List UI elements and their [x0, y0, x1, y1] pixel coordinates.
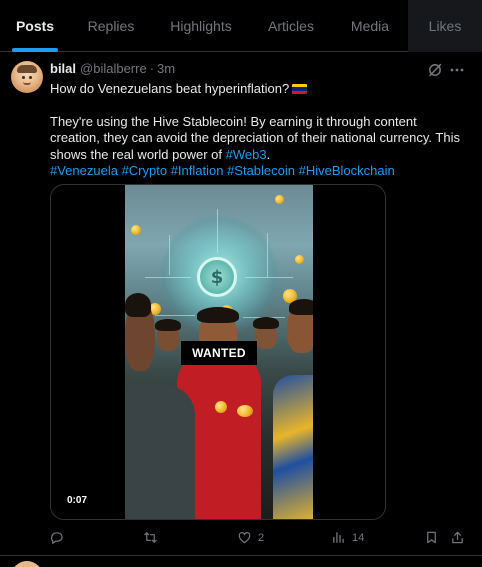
video-player[interactable]: $ WANTED 0:07	[50, 184, 386, 520]
share-button[interactable]	[450, 530, 465, 545]
views-button[interactable]: 14	[331, 530, 364, 545]
tab-posts[interactable]: Posts	[0, 0, 70, 52]
reply-button[interactable]	[49, 530, 64, 545]
video-overlay-caption: WANTED	[181, 341, 257, 365]
author-avatar[interactable]	[11, 61, 43, 93]
stablecoin-graphic: $	[197, 257, 237, 297]
author-name[interactable]: bilal	[50, 61, 76, 76]
like-count: 2	[258, 531, 265, 544]
tab-media-label: Media	[350, 18, 390, 34]
tab-articles-label: Articles	[268, 18, 314, 34]
author-handle[interactable]: @bilalberre	[80, 61, 147, 76]
reply-icon	[50, 532, 63, 544]
post-question: How do Venezuelans beat hyperinflation?	[50, 81, 290, 96]
venezuela-flag-icon	[292, 84, 308, 94]
post-hashtags[interactable]: #Venezuela #Crypto #Inflation #Stablecoi…	[50, 163, 470, 180]
more-dots-icon[interactable]	[449, 62, 465, 78]
heart-icon	[238, 532, 251, 544]
tab-posts-label: Posts	[15, 18, 55, 34]
hashtag-web3-link[interactable]: #Web3	[226, 147, 267, 162]
views-count: 14	[352, 531, 365, 544]
next-post-avatar[interactable]	[11, 561, 43, 567]
repost-icon	[144, 532, 157, 543]
tab-highlights[interactable]: Highlights	[152, 0, 250, 52]
tab-media[interactable]: Media	[332, 0, 408, 52]
post-header: bilal @bilalberre · 3m	[50, 61, 175, 76]
post-period: .	[266, 146, 271, 162]
tab-likes-label: Likes	[428, 18, 462, 34]
tab-highlights-label: Highlights	[170, 18, 232, 34]
post-paragraph: They're using the Hive Stablecoin! By ea…	[50, 114, 470, 164]
grok-icon[interactable]	[427, 62, 443, 78]
share-icon	[452, 531, 463, 544]
tab-articles[interactable]: Articles	[250, 0, 332, 52]
repost-button[interactable]	[143, 530, 158, 545]
post-timestamp[interactable]: 3m	[157, 61, 175, 76]
tab-replies[interactable]: Replies	[70, 0, 152, 52]
post-actions: 2 14	[0, 528, 482, 550]
like-button[interactable]: 2	[237, 530, 264, 545]
header-separator: ·	[149, 61, 155, 76]
video-duration: 0:07	[67, 495, 88, 506]
post-line-1: How do Venezuelans beat hyperinflation?	[50, 81, 470, 98]
profile-tabs: Posts Replies Highlights Articles Media …	[0, 0, 482, 52]
tab-replies-label: Replies	[87, 18, 135, 34]
post[interactable]: bilal @bilalberre · 3m How do Venezuelan…	[0, 52, 482, 556]
tab-likes[interactable]: Likes	[408, 0, 482, 52]
bookmark-icon	[427, 531, 436, 544]
views-chart-icon	[333, 532, 344, 543]
post-text: How do Venezuelans beat hyperinflation? …	[50, 81, 470, 180]
bookmark-button[interactable]	[424, 530, 439, 545]
